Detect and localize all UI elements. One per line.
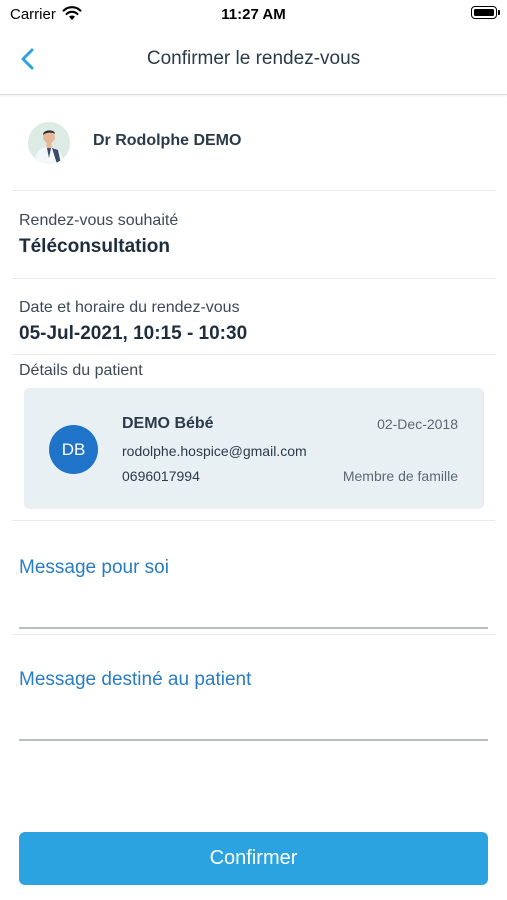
patient-message-input[interactable] — [19, 699, 492, 737]
confirm-button[interactable]: Confirmer — [19, 832, 488, 885]
appointment-datetime-label: Date et horaire du rendez-vous — [19, 299, 240, 316]
status-time: 11:27 AM — [221, 6, 286, 23]
patient-phone: 0696017994 — [122, 468, 200, 484]
patient-relation: Membre de famille — [342, 468, 458, 484]
divider — [12, 354, 495, 355]
patient-card[interactable]: DB DEMO Bébé rodolphe.hospice@gmail.com … — [24, 388, 484, 509]
self-message-field[interactable]: Message pour soi — [19, 557, 492, 629]
patient-avatar: DB — [49, 425, 98, 474]
battery-icon — [471, 6, 500, 19]
appointment-type-value: Téléconsultation — [19, 236, 170, 257]
patient-message-field[interactable]: Message destiné au patient — [19, 669, 492, 741]
divider — [12, 634, 495, 635]
patient-message-label: Message destiné au patient — [19, 669, 252, 690]
divider — [12, 278, 495, 279]
patient-email: rodolphe.hospice@gmail.com — [122, 443, 307, 459]
patient-name: DEMO Bébé — [122, 415, 214, 432]
status-bar: Carrier 11:27 AM — [0, 0, 507, 30]
patient-birth-date: 02-Dec-2018 — [377, 416, 458, 432]
doctor-avatar — [28, 122, 70, 164]
appointment-datetime-value: 05-Jul-2021, 10:15 - 10:30 — [19, 323, 248, 344]
page-title: Confirmer le rendez-vous — [146, 48, 361, 69]
appointment-type-label: Rendez-vous souhaité — [19, 212, 179, 229]
self-message-input[interactable] — [19, 587, 492, 625]
doctor-row: Dr Rodolphe DEMO — [12, 96, 495, 191]
divider — [12, 520, 495, 521]
navigation-bar: Confirmer le rendez-vous — [0, 30, 507, 95]
patient-details-label: Détails du patient — [19, 362, 143, 379]
self-message-label: Message pour soi — [19, 557, 169, 578]
doctor-name: Dr Rodolphe DEMO — [93, 132, 242, 149]
